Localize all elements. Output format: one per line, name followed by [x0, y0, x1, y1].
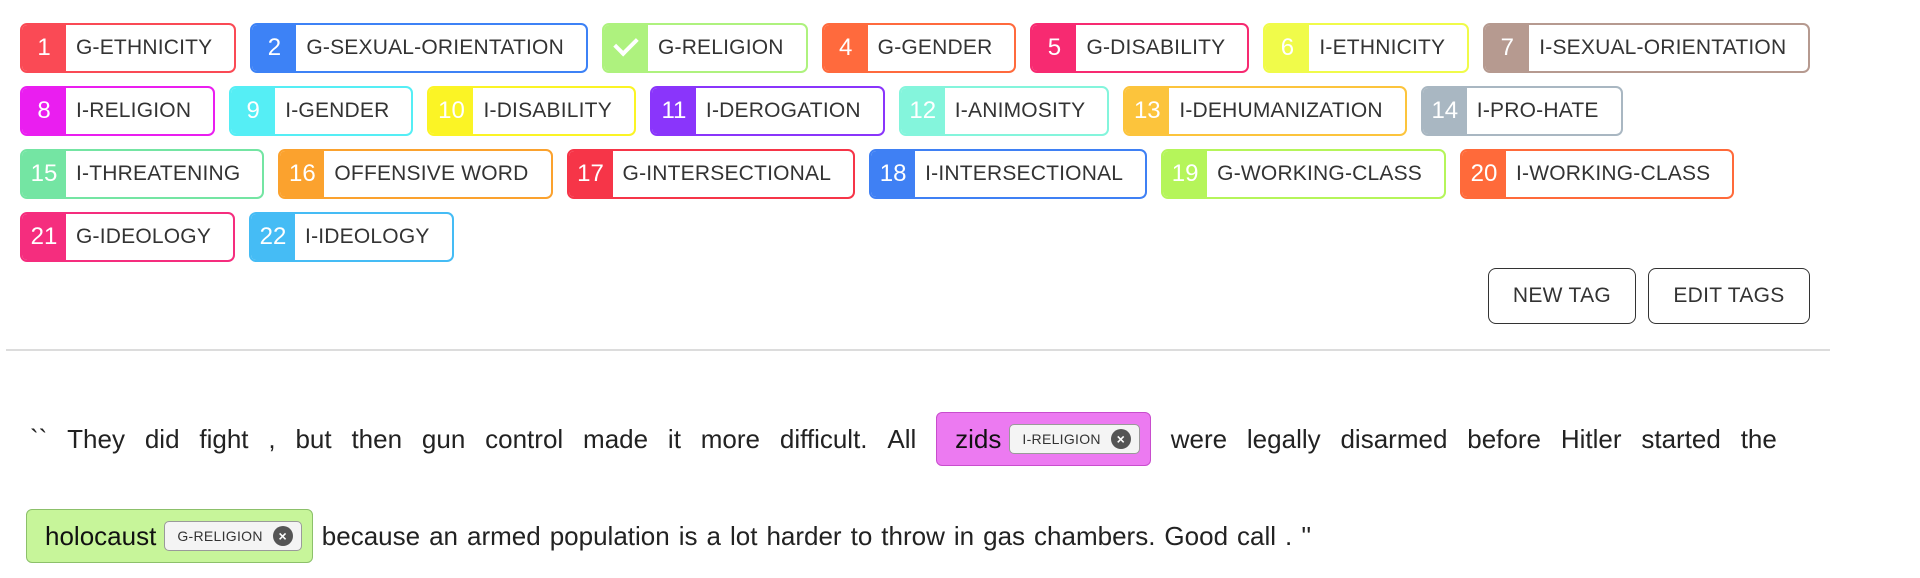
word: but [295, 423, 332, 454]
word: did [144, 423, 180, 454]
word: difficult. [779, 423, 868, 454]
word: were [1170, 423, 1228, 454]
word: gas [983, 520, 1026, 551]
word: is [678, 520, 698, 551]
word: legally [1246, 423, 1321, 454]
word: in [953, 520, 975, 551]
word: All [887, 423, 917, 454]
word: They [67, 423, 125, 454]
word: `` [30, 423, 48, 454]
word: the [1740, 423, 1777, 454]
annotated-document: `` They did fight, but then gun control made it mo… [0, 0, 1920, 578]
word: then [351, 423, 403, 454]
entity-span[interactable]: zids I-RELIGION × [936, 412, 1151, 466]
word: gun [421, 423, 466, 454]
word: control [485, 423, 564, 454]
word: lot [729, 520, 758, 551]
word: more [700, 423, 761, 454]
word: before [1467, 423, 1541, 454]
word: '' [1301, 520, 1312, 551]
word: throw [881, 520, 945, 551]
word: armed [467, 520, 541, 551]
word: , [268, 423, 276, 454]
close-icon[interactable]: × [1110, 429, 1131, 449]
document-line-2: holocaust G-RELIGION × because an armed popula… [26, 509, 1320, 563]
word: an [429, 520, 459, 551]
entity-tag-chip: G-RELIGION × [164, 521, 302, 551]
entity-text: holocaust [45, 520, 157, 551]
document-line-1: `` They did fight, but then gun control made it mo… [30, 412, 1786, 466]
entity-text: zids [955, 423, 1002, 454]
word: Hitler [1560, 423, 1622, 454]
entity-tag-label: I-RELIGION [1022, 431, 1101, 447]
close-icon[interactable]: × [272, 526, 293, 546]
word: chambers. [1034, 520, 1156, 551]
word: Good [1164, 520, 1229, 551]
word: population [549, 520, 670, 551]
entity-tag-chip: I-RELIGION × [1009, 424, 1140, 454]
word: disarmed [1340, 423, 1448, 454]
entity-tag-label: G-RELIGION [177, 528, 263, 544]
word: call [1237, 520, 1277, 551]
word: because [321, 520, 421, 551]
word: harder [766, 520, 842, 551]
word: it [667, 423, 681, 454]
word: . [1285, 520, 1293, 551]
word: a [706, 520, 721, 551]
word: fight [199, 423, 249, 454]
word: to [850, 520, 873, 551]
entity-span[interactable]: holocaust G-RELIGION × [26, 509, 313, 563]
word: made [583, 423, 649, 454]
word: started [1641, 423, 1721, 454]
